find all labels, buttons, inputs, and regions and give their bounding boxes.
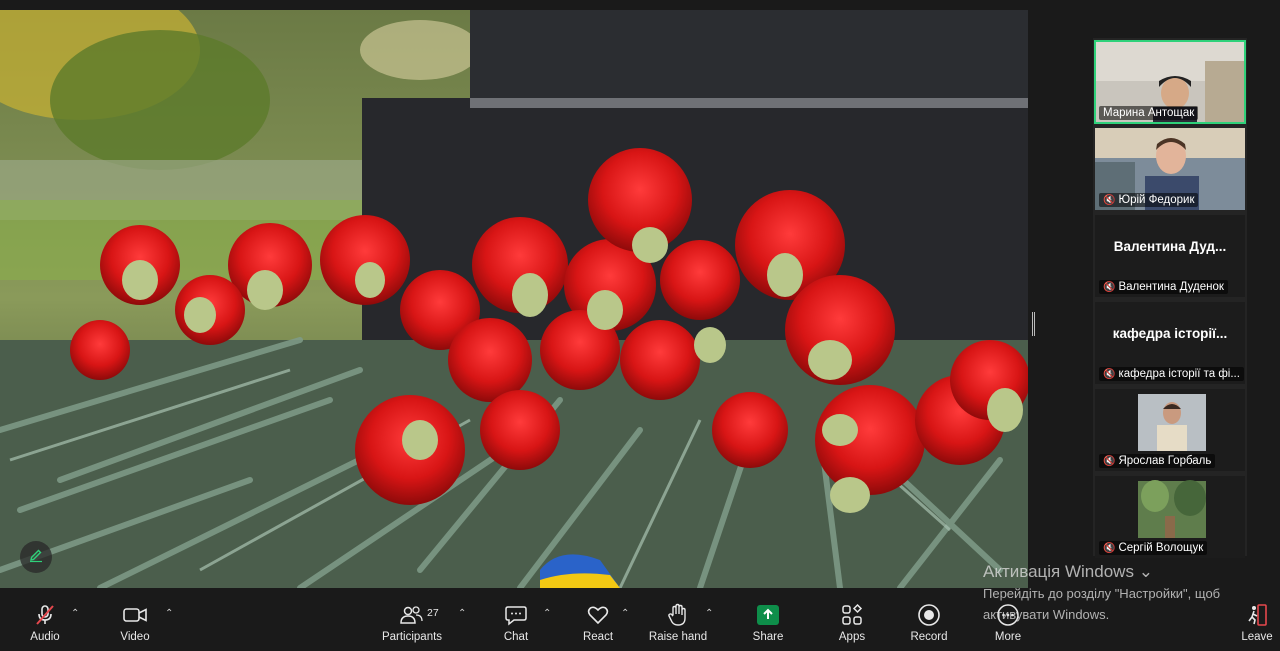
- participants-label: Participants: [381, 631, 443, 643]
- participants-options-caret[interactable]: ⌃: [458, 608, 466, 619]
- participant-tile[interactable]: 🔇 Ярослав Горбаль: [1095, 389, 1245, 471]
- microphone-muted-icon: [33, 603, 57, 632]
- leave-button[interactable]: Leave: [1238, 594, 1276, 651]
- audio-button[interactable]: Audio: [22, 594, 68, 651]
- apps-label: Apps: [838, 631, 866, 643]
- participant-name: Ярослав Горбаль: [1118, 455, 1212, 467]
- watermark-title: Активація Windows: [983, 562, 1134, 581]
- annotate-pencil-icon: [28, 547, 44, 568]
- apps-button[interactable]: Apps: [832, 594, 872, 651]
- record-label: Record: [910, 631, 948, 643]
- watermark-line1: Перейдіть до розділу "Настройки", щоб: [983, 586, 1221, 601]
- mic-muted-icon: 🔇: [1103, 542, 1116, 554]
- shared-screen: [0, 10, 1028, 588]
- leave-icon: [1245, 603, 1269, 632]
- participant-tile[interactable]: 🔇 Сергій Волощук: [1095, 476, 1245, 558]
- participant-name: кафедра історії та фі...: [1118, 368, 1240, 380]
- participant-display-name: кафедра історії...: [1112, 326, 1228, 341]
- mic-muted-icon: 🔇: [1103, 455, 1116, 467]
- participant-tile[interactable]: кафедра історії... 🔇 кафедра історії та ф…: [1095, 302, 1245, 384]
- video-options-caret[interactable]: ⌃: [165, 608, 173, 619]
- react-button[interactable]: React: [578, 594, 618, 651]
- react-label: React: [582, 631, 614, 643]
- raise-hand-button[interactable]: Raise hand: [648, 594, 708, 651]
- share-label: Share: [752, 631, 784, 643]
- mic-muted-icon: 🔇: [1103, 368, 1116, 380]
- watermark-line2: активувати Windows.: [983, 607, 1110, 622]
- participants-icon: [399, 604, 425, 631]
- raise-hand-options-caret[interactable]: ⌃: [705, 608, 713, 619]
- chat-button[interactable]: Chat: [496, 594, 536, 651]
- participant-tile[interactable]: Валентина Дуд... 🔇 Валентина Дуденок: [1095, 215, 1245, 297]
- video-label: Video: [120, 631, 150, 643]
- leave-label: Leave: [1241, 631, 1273, 643]
- participant-name: Марина Антощак: [1103, 107, 1195, 119]
- participant-name: Сергій Волощук: [1118, 542, 1204, 554]
- record-button[interactable]: Record: [906, 594, 952, 651]
- audio-label: Audio: [30, 631, 60, 643]
- mic-muted-icon: 🔇: [1103, 194, 1116, 206]
- chat-options-caret[interactable]: ⌃: [543, 608, 551, 619]
- participants-count: 27: [427, 607, 439, 619]
- participant-tile[interactable]: 🔇 Юрій Федорик: [1095, 128, 1245, 210]
- panel-resize-handle[interactable]: [1032, 312, 1035, 336]
- shared-photo: [0, 10, 1028, 588]
- participant-display-name: Валентина Дуд...: [1113, 239, 1227, 254]
- chat-label: Chat: [503, 631, 529, 643]
- more-label: More: [994, 631, 1022, 643]
- chat-bubble-icon: [504, 604, 528, 631]
- apps-icon: [840, 603, 864, 632]
- react-options-caret[interactable]: ⌃: [621, 608, 629, 619]
- participant-name: Валентина Дуденок: [1118, 281, 1224, 293]
- share-button[interactable]: Share: [746, 594, 790, 651]
- record-icon: [917, 603, 941, 632]
- annotate-button[interactable]: [20, 541, 52, 573]
- participant-tile[interactable]: Марина Антощак: [1094, 40, 1246, 124]
- video-gallery: Марина Антощак 🔇 Юрій Федорик Валентина Д…: [1093, 38, 1247, 558]
- participants-button[interactable]: Participants: [380, 594, 444, 651]
- heart-icon: [586, 604, 610, 631]
- raise-hand-icon: [667, 603, 689, 632]
- video-button[interactable]: Video: [112, 594, 158, 651]
- share-screen-icon: [756, 604, 780, 631]
- participant-name: Юрій Федорик: [1118, 194, 1195, 206]
- windows-activation-watermark: Активація Windows ⌄ Перейдіть до розділу…: [983, 562, 1220, 624]
- audio-options-caret[interactable]: ⌃: [71, 608, 79, 619]
- mic-muted-icon: 🔇: [1103, 281, 1116, 293]
- raise-hand-label: Raise hand: [648, 631, 708, 643]
- video-camera-icon: [122, 605, 148, 630]
- chevron-down-icon: ⌄: [1138, 562, 1153, 581]
